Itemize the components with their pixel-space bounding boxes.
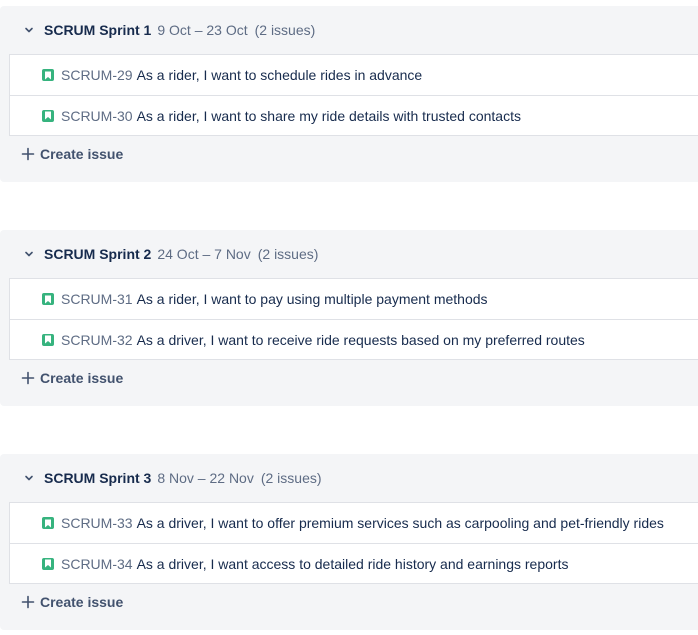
chevron-down-icon[interactable] [24, 25, 34, 35]
chevron-down-icon[interactable] [24, 473, 34, 483]
sprint-panel: SCRUM Sprint 1 9 Oct – 23 Oct (2 issues)… [0, 6, 698, 182]
issue-key[interactable]: SCRUM-30 [61, 108, 133, 124]
issue-key[interactable]: SCRUM-29 [61, 67, 133, 83]
sprint-name: SCRUM Sprint 3 [44, 470, 152, 486]
issue-row[interactable]: SCRUM-31 As a rider, I want to pay using… [10, 279, 698, 319]
issue-summary: As a driver, I want to offer premium ser… [136, 515, 664, 531]
story-icon [42, 109, 54, 122]
sprint-issue-count: (2 issues) [260, 470, 322, 486]
issue-summary: As a driver, I want access to detailed r… [136, 555, 569, 572]
issue-key[interactable]: SCRUM-33 [61, 515, 133, 531]
issue-summary: As a rider, I want to pay using multiple… [136, 291, 488, 307]
issue-row[interactable]: SCRUM-30 As a rider, I want to share my … [10, 95, 698, 135]
story-icon [42, 69, 54, 81]
create-issue-label: Create issue [40, 370, 124, 386]
story-icon [42, 517, 54, 529]
sprint-header[interactable]: SCRUM Sprint 3 8 Nov – 22 Nov (2 issues) [24, 468, 322, 488]
issue-key[interactable]: SCRUM-31 [61, 291, 133, 307]
issue-list: SCRUM-29 As a rider, I want to schedule … [9, 54, 698, 136]
create-issue-label: Create issue [40, 594, 124, 610]
story-icon [42, 557, 54, 570]
story-icon [42, 293, 54, 305]
create-issue-button[interactable]: Create issue [21, 592, 123, 612]
sprint-panel: SCRUM Sprint 2 24 Oct – 7 Nov (2 issues)… [0, 230, 698, 406]
sprint-header[interactable]: SCRUM Sprint 2 24 Oct – 7 Nov (2 issues) [24, 244, 318, 264]
issue-row[interactable]: SCRUM-32 As a driver, I want to receive … [10, 319, 698, 359]
issue-key[interactable]: SCRUM-34 [61, 556, 133, 572]
issue-summary: As a rider, I want to schedule rides in … [136, 67, 423, 83]
create-issue-label: Create issue [40, 146, 124, 162]
sprint-dates: 9 Oct – 23 Oct [157, 22, 248, 38]
sprint-name: SCRUM Sprint 1 [44, 22, 152, 38]
issue-row[interactable]: SCRUM-34 As a driver, I want access to d… [10, 543, 698, 583]
sprint-issue-count: (2 issues) [254, 22, 316, 38]
chevron-down-icon[interactable] [24, 249, 34, 259]
sprint-header[interactable]: SCRUM Sprint 1 9 Oct – 23 Oct (2 issues) [24, 20, 315, 40]
story-icon [42, 333, 54, 346]
sprint-dates: 24 Oct – 7 Nov [157, 246, 251, 262]
create-issue-button[interactable]: Create issue [21, 144, 123, 164]
sprint-dates: 8 Nov – 22 Nov [157, 470, 254, 486]
sprint-name: SCRUM Sprint 2 [44, 246, 152, 262]
create-issue-button[interactable]: Create issue [21, 368, 123, 388]
issue-summary: As a rider, I want to share my ride deta… [136, 107, 521, 124]
sprint-issue-count: (2 issues) [257, 246, 319, 262]
issue-list: SCRUM-31 As a rider, I want to pay using… [9, 278, 698, 360]
issue-summary: As a driver, I want to receive ride requ… [136, 331, 585, 348]
sprint-panel: SCRUM Sprint 3 8 Nov – 22 Nov (2 issues)… [0, 454, 698, 630]
plus-icon [21, 371, 35, 385]
issue-list: SCRUM-33 As a driver, I want to offer pr… [9, 502, 698, 584]
plus-icon [21, 147, 35, 161]
plus-icon [21, 595, 35, 609]
issue-row[interactable]: SCRUM-33 As a driver, I want to offer pr… [10, 503, 698, 543]
issue-key[interactable]: SCRUM-32 [61, 332, 133, 348]
issue-row[interactable]: SCRUM-29 As a rider, I want to schedule … [10, 55, 698, 95]
backlog-board: SCRUM Sprint 1 9 Oct – 23 Oct (2 issues)… [0, 0, 698, 635]
